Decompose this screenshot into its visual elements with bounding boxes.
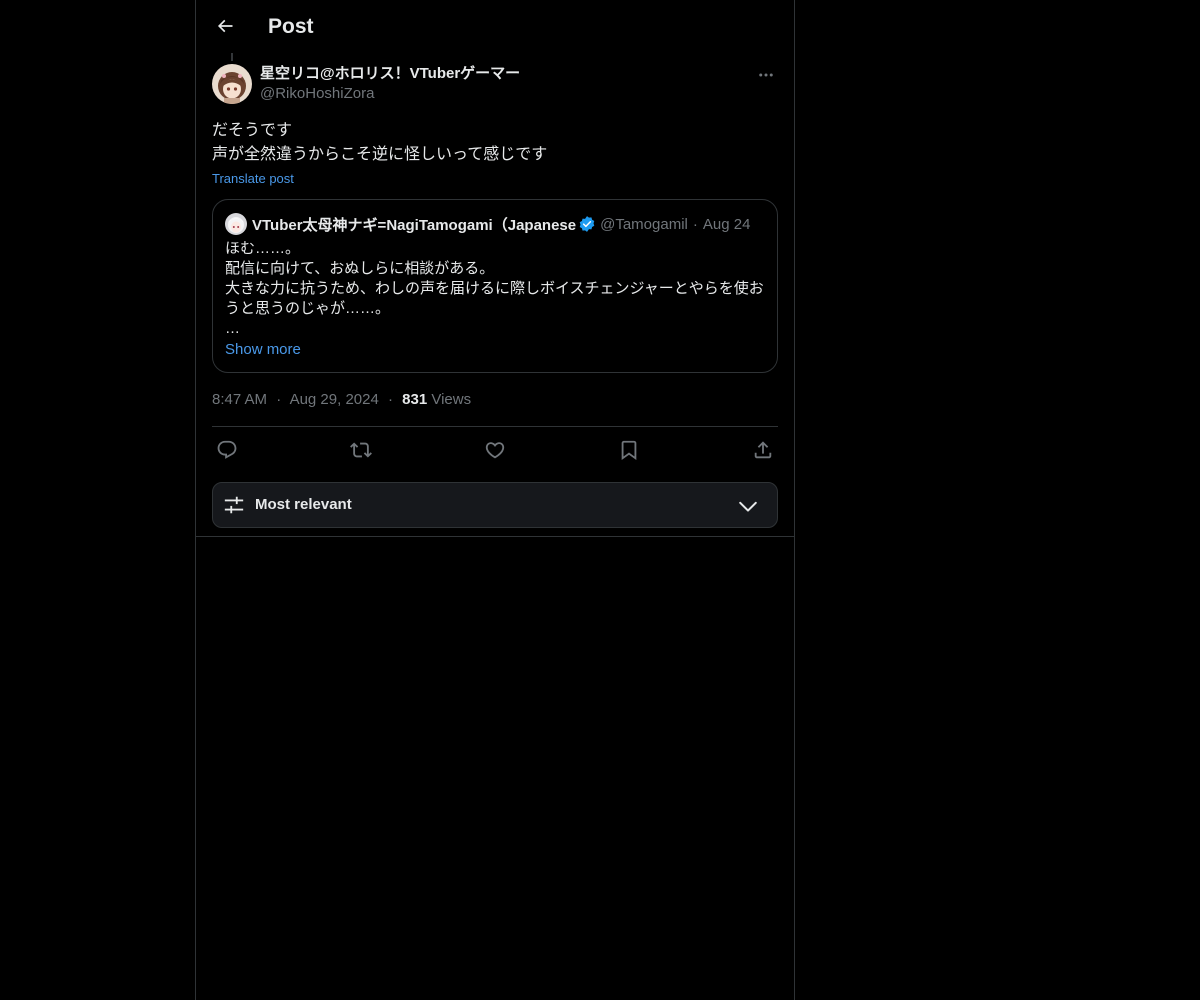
bookmark-icon: [621, 440, 637, 461]
chevron-down-icon: [739, 501, 757, 512]
author-info: 星空リコ@ホロリス！VTuberゲーマー @RikoHoshiZora: [260, 64, 740, 104]
section-divider: [196, 536, 794, 537]
show-more-link[interactable]: Show more: [225, 340, 301, 360]
post-actions-bar: [212, 438, 778, 462]
separator-dot: ·: [692, 215, 698, 233]
bookmark-button[interactable]: [614, 438, 644, 462]
share-button[interactable]: [748, 438, 778, 462]
translate-post-link[interactable]: Translate post: [212, 170, 294, 188]
author-handle[interactable]: @RikoHoshiZora: [260, 84, 740, 104]
repost-icon: [350, 442, 372, 458]
post-text-line: 声が全然違うからこそ逆に怪しいって感じです: [212, 146, 548, 163]
like-button[interactable]: [480, 438, 510, 462]
more-horizontal-icon: [759, 73, 773, 77]
more-options-button[interactable]: [754, 64, 778, 86]
main-column: Post 星空リコ@ホロリス！VTuberゲーマー @RikoHoshiZora: [195, 0, 795, 1000]
post-metadata: 8:47 AM · Aug 29, 2024 · 831 Views: [212, 390, 471, 410]
quoted-text-line: …: [225, 320, 240, 337]
author-avatar[interactable]: [212, 64, 252, 104]
page-title: Post: [268, 15, 314, 38]
quoted-author-handle[interactable]: @Tamogamil: [600, 216, 688, 233]
quoted-text-line: うと思うのじゃが……。: [225, 300, 391, 317]
quoted-text-line: ほむ……。: [225, 240, 301, 257]
quoted-post[interactable]: VTuber太母神ナギ=NagiTamogami（Japanese @Tamog…: [212, 199, 778, 373]
avatar-image: [212, 64, 252, 104]
author-display-name[interactable]: 星空リコ@ホロリス！VTuberゲーマー: [260, 64, 740, 84]
quoted-text-line: 大きな力に抗うため、わしの声を届けるに際しボイスチェンジャーとやらを使お: [225, 280, 764, 297]
reply-sort-dropdown[interactable]: Most relevant: [212, 482, 778, 528]
arrow-left-icon: [217, 19, 233, 33]
verified-badge-icon: [579, 216, 595, 232]
repost-button[interactable]: [346, 438, 376, 462]
quoted-post-text: ほむ……。 配信に向けて、おぬしらに相談がある。 大きな力に抗うため、わしの声を…: [225, 239, 765, 339]
quoted-author-avatar[interactable]: [225, 213, 247, 235]
separator-dot: ·: [387, 391, 393, 408]
avatar-image: [225, 213, 247, 235]
sliders-icon: [224, 496, 244, 514]
quoted-post-header: VTuber太母神ナギ=NagiTamogami（Japanese @Tamog…: [225, 213, 765, 235]
post-text-line: だそうです: [212, 122, 293, 139]
views-label: Views: [431, 391, 472, 408]
reply-icon: [217, 440, 237, 459]
separator-dot: ·: [276, 391, 282, 408]
back-button[interactable]: [208, 9, 242, 43]
views-count: 831: [402, 391, 428, 408]
quoted-post-date[interactable]: Aug 24: [703, 216, 751, 233]
reply-button[interactable]: [212, 438, 242, 462]
post-time[interactable]: 8:47 AM: [212, 391, 267, 408]
post-text: だそうです 声が全然違うからこそ逆に怪しいって感じです: [212, 119, 778, 167]
thread-connector: [231, 53, 233, 61]
heart-icon: [485, 442, 505, 459]
divider: [212, 426, 778, 427]
page-header: Post: [196, 0, 794, 53]
quoted-text-line: 配信に向けて、おぬしらに相談がある。: [225, 260, 495, 277]
quoted-author-display-name[interactable]: VTuber太母神ナギ=NagiTamogami（Japanese: [252, 214, 576, 235]
share-icon: [754, 441, 772, 459]
post-date[interactable]: Aug 29, 2024: [290, 391, 379, 408]
sort-label: Most relevant: [255, 496, 352, 513]
